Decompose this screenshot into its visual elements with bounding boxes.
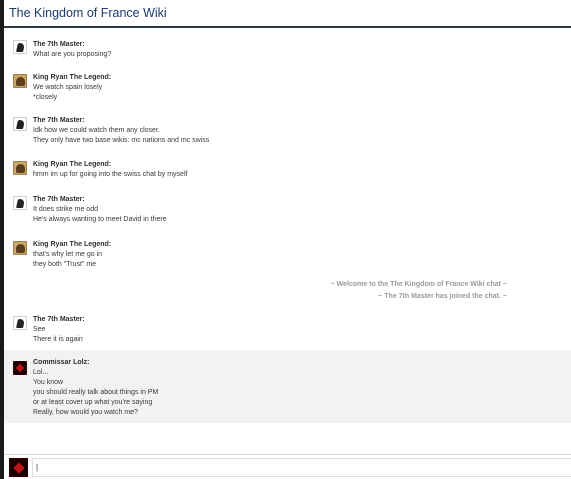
chat-message: The 7th Master: See There it is again bbox=[4, 312, 571, 348]
message-line: They only have two base wikis: mc nation… bbox=[33, 137, 210, 144]
chat-header: The Kingdom of France Wiki bbox=[4, 0, 571, 28]
user-avatar[interactable] bbox=[13, 161, 27, 175]
message-line: Idk how we could watch them any closer. bbox=[33, 127, 160, 134]
message-line: you should really talk about things in P… bbox=[33, 389, 159, 396]
chat-log[interactable]: The 7th Master: What are you proposing? … bbox=[4, 30, 571, 454]
message-username[interactable]: The 7th Master: bbox=[33, 315, 553, 325]
message-line: See bbox=[33, 326, 46, 333]
user-avatar[interactable] bbox=[13, 74, 27, 88]
self-avatar bbox=[9, 458, 28, 477]
chat-message: The 7th Master: Idk how we could watch t… bbox=[4, 114, 571, 148]
message-line: What are you proposing? bbox=[33, 51, 112, 58]
chat-message: The 7th Master: What are you proposing? bbox=[4, 36, 571, 66]
chat-message-highlighted: Commissar Lolz: Lol... You know you shou… bbox=[4, 350, 571, 423]
message-username[interactable]: The 7th Master: bbox=[33, 40, 553, 50]
message-line: or at least cover up what you're saying bbox=[33, 399, 153, 406]
message-input[interactable] bbox=[32, 458, 571, 477]
inline-alert: ~ Welcome to the The Kingdom of France W… bbox=[330, 281, 507, 288]
message-line: that's why let me go in bbox=[33, 251, 103, 258]
message-line: You know bbox=[33, 379, 64, 386]
message-line: There it is again bbox=[33, 336, 83, 343]
message-line: He's always wanting to meet David in the… bbox=[33, 216, 167, 223]
message-line: *closely bbox=[33, 94, 58, 101]
message-line: hmm im up for going into the swiss chat … bbox=[33, 171, 188, 178]
message-line: We watch spain losely bbox=[33, 84, 103, 91]
user-avatar[interactable] bbox=[13, 316, 27, 330]
user-avatar[interactable] bbox=[13, 117, 27, 131]
chat-message: The 7th Master: It does strike me odd He… bbox=[4, 193, 571, 227]
user-avatar[interactable] bbox=[13, 40, 27, 54]
message-username[interactable]: King Ryan The Legend: bbox=[33, 73, 553, 83]
message-username[interactable]: King Ryan The Legend: bbox=[33, 240, 553, 250]
message-line: Lol... bbox=[33, 369, 49, 376]
message-username[interactable]: King Ryan The Legend: bbox=[33, 160, 553, 170]
wiki-title[interactable]: The Kingdom of France Wiki bbox=[9, 6, 167, 20]
message-line: Really, how would you watch me? bbox=[33, 409, 138, 416]
user-avatar[interactable] bbox=[13, 361, 27, 375]
message-username[interactable]: The 7th Master: bbox=[33, 116, 553, 126]
user-avatar[interactable] bbox=[13, 196, 27, 210]
message-line: It does strike me odd bbox=[33, 206, 98, 213]
chat-message: King Ryan The Legend: We watch spain los… bbox=[4, 71, 571, 105]
message-compose-area bbox=[4, 454, 571, 479]
inline-alert: ~ The 7th Master has joined the chat. ~ bbox=[378, 293, 507, 300]
message-line: they both "Trust" me bbox=[33, 261, 97, 268]
chat-message: King Ryan The Legend: hmm im up for goin… bbox=[4, 157, 571, 183]
chat-message: King Ryan The Legend: that's why let me … bbox=[4, 237, 571, 271]
message-username[interactable]: The 7th Master: bbox=[33, 195, 553, 205]
message-username[interactable]: Commissar Lolz: bbox=[33, 358, 553, 368]
user-avatar[interactable] bbox=[13, 241, 27, 255]
